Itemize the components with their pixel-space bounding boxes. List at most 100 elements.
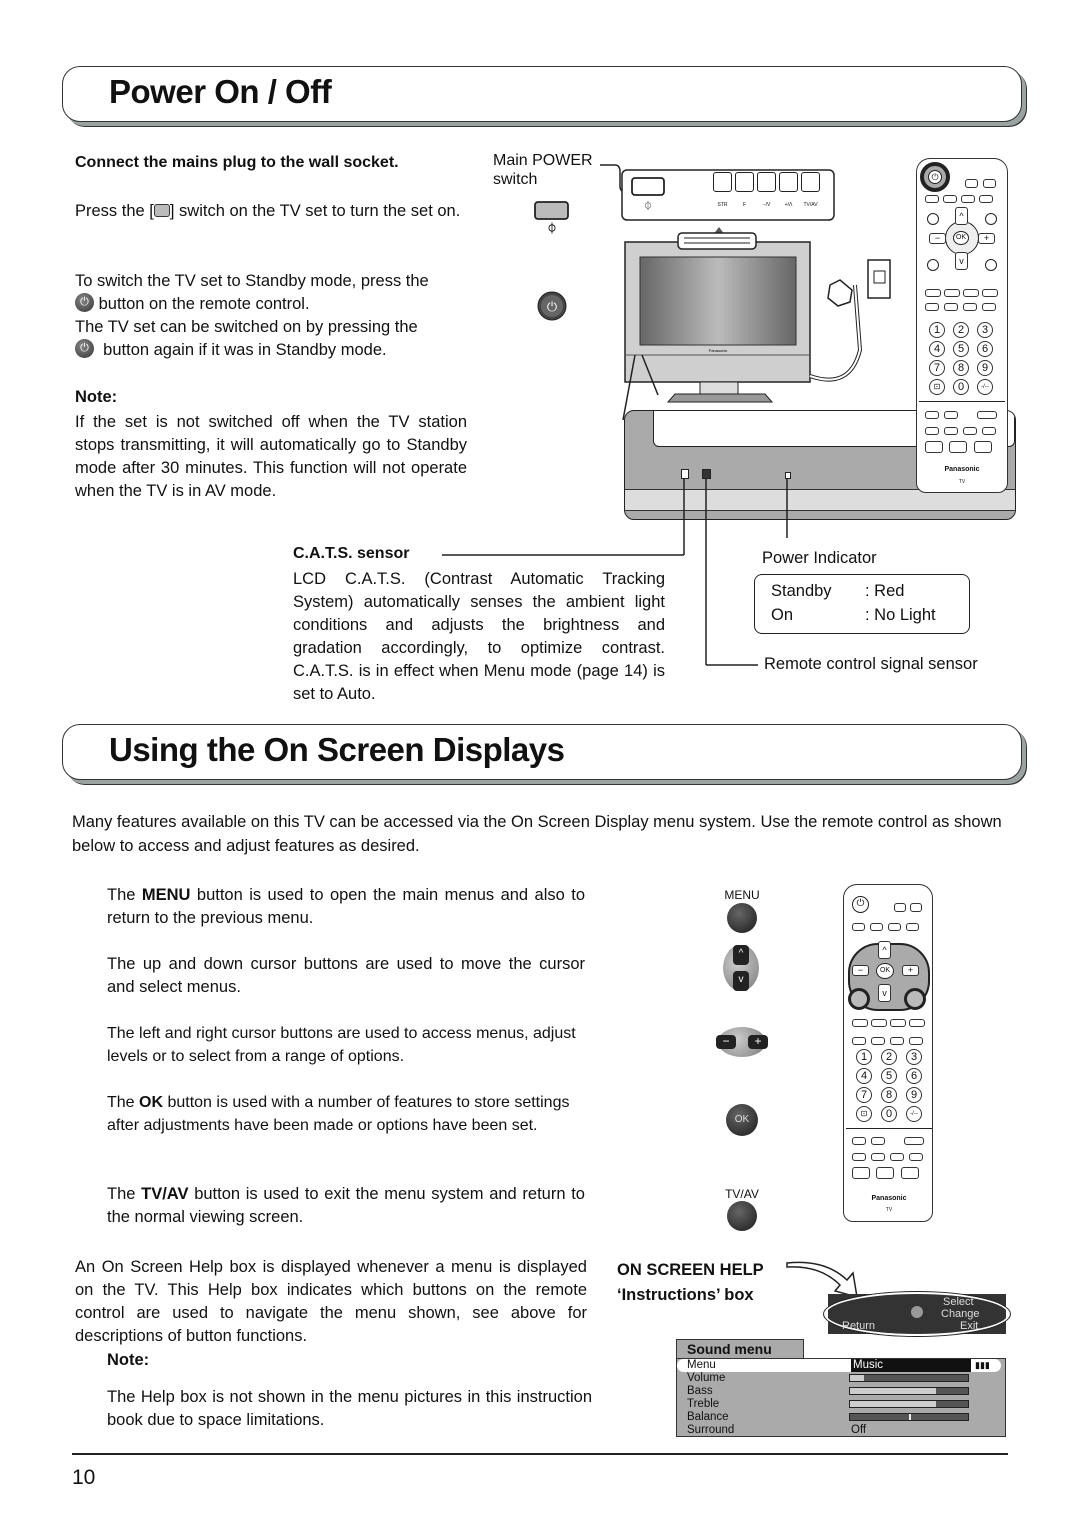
level-bar[interactable] <box>849 1373 969 1382</box>
remote-num-key: 0 <box>953 379 969 395</box>
menu-button-icon <box>727 903 757 933</box>
remote-brand: Panasonic <box>871 1195 907 1202</box>
press-switch-text: Press the [] switch on the TV set to tur… <box>75 200 470 223</box>
power-indicator-label: Power Indicator <box>762 549 877 567</box>
level-bar[interactable] <box>849 1399 969 1408</box>
remote-num-key: ⊡ <box>856 1106 872 1122</box>
standby-line1: To switch the TV set to Standby mode, pr… <box>75 272 429 290</box>
level-bar[interactable] <box>849 1412 969 1421</box>
remote-sub: TV <box>885 1207 893 1213</box>
level-bar-fill <box>850 1374 865 1381</box>
remote-num-key: 9 <box>977 360 993 376</box>
remote-control-illustration-2: ⏻ OK ^ v − + 1 2 3 4 5 6 7 8 9 ⊡ 0 -/-- … <box>843 884 933 1222</box>
remote-ok-button: OK <box>876 963 894 979</box>
sound-menu-row-label: Bass <box>687 1384 713 1397</box>
sound-menu-row[interactable]: Bass <box>677 1385 1001 1398</box>
remote-num-key: 5 <box>953 341 969 357</box>
level-bar-fill <box>850 1400 937 1407</box>
footer-rule <box>72 1453 1008 1455</box>
remote-num-key: 0 <box>881 1106 897 1122</box>
item-bold: TV/AV <box>141 1185 189 1203</box>
item-post: button is used with a number of features… <box>107 1094 570 1134</box>
remote-num-key: ⊡ <box>929 379 945 395</box>
sound-menu-row[interactable]: Surround Off <box>677 1424 1001 1437</box>
section-title: Power On / Off <box>109 73 332 110</box>
indicator-state: Standby <box>771 582 832 600</box>
section-header-osd: Using the On Screen Displays <box>62 724 1022 780</box>
note-label-2: Note: <box>107 1351 150 1369</box>
connect-heading: Connect the mains plug to the wall socke… <box>75 154 399 171</box>
osd-item-ok: The OK button is used with a number of f… <box>107 1091 585 1137</box>
panel-btn-label: F <box>742 202 747 208</box>
sound-menu-row-label: Volume <box>687 1371 726 1384</box>
tvav-btn-label: TV/AV <box>725 1187 759 1201</box>
standby-text: To switch the TV set to Standby mode, pr… <box>75 270 475 362</box>
cats-heading: C.A.T.S. sensor <box>293 545 410 562</box>
remote-num-key: 1 <box>929 322 945 338</box>
indicator-value: : Red <box>865 582 905 600</box>
section-header-power: Power On / Off <box>62 66 1022 122</box>
sound-menu-tab: Sound menu <box>676 1339 804 1359</box>
standby-line2: button on the remote control. <box>98 295 310 313</box>
sound-menu-row[interactable]: Treble <box>677 1398 1001 1411</box>
switchon-line1: The TV set can be switched on by pressin… <box>75 318 418 336</box>
remote-brand: Panasonic <box>944 466 980 473</box>
svg-text:⏀: ⏀ <box>547 222 557 235</box>
help-select: Select <box>943 1296 974 1308</box>
osd-item-tvav: The TV/AV button is used to exit the men… <box>107 1183 585 1229</box>
tv-illustration: ⏀ ⏀ ⏻ Panasonic <box>534 164 891 420</box>
menu-btn-label: MENU <box>724 888 760 902</box>
sound-menu-row[interactable]: Menu ▮▮▮ Music <box>677 1359 1001 1372</box>
sound-menu-row[interactable]: Volume <box>677 1372 1001 1385</box>
remote-sensor-label: Remote control signal sensor <box>764 655 978 673</box>
sound-menu-row-label: Menu <box>687 1359 716 1371</box>
cats-text: LCD C.A.T.S. (Contrast Automatic Trackin… <box>293 570 665 703</box>
remote-num-key: 8 <box>881 1087 897 1103</box>
section-title: Using the On Screen Displays <box>109 731 565 768</box>
sound-menu-row-label: Treble <box>687 1397 720 1410</box>
leftright-button-icon: − + <box>716 1027 768 1057</box>
main-switch-icon <box>153 204 170 217</box>
svg-text:Panasonic: Panasonic <box>709 348 728 353</box>
level-bar[interactable] <box>849 1386 969 1395</box>
switchon-line2: button again if it was in Standby mode. <box>103 341 387 359</box>
sound-menu-row-label: Balance <box>687 1410 729 1423</box>
item-post: The left and right cursor buttons are us… <box>107 1025 576 1065</box>
help-box: Select Change Return Exit <box>823 1291 1011 1337</box>
item-pre: The <box>107 886 142 904</box>
sound-menu-row-label: Surround <box>687 1423 735 1436</box>
remote-num-key: 3 <box>906 1049 922 1065</box>
remote-sub: TV <box>958 479 966 485</box>
sound-menu-row[interactable]: Balance <box>677 1411 1001 1424</box>
item-post: The up and down cursor buttons are used … <box>107 955 585 996</box>
panel-btn-label: −/V <box>762 202 771 208</box>
tvav-button-icon <box>727 1201 757 1231</box>
indicator-value: : No Light <box>865 606 936 624</box>
sound-menu-row-value: Off <box>851 1423 867 1436</box>
remote-num-key: 6 <box>906 1068 922 1084</box>
power-icon <box>75 339 94 358</box>
cursor-pad-icon <box>911 1306 923 1318</box>
remote-num-key: 4 <box>856 1068 872 1084</box>
balance-marker <box>909 1413 911 1420</box>
osd-intro: Many features available on this TV can b… <box>72 813 1002 855</box>
osh-title-line2: ‘Instructions’ box <box>617 1286 754 1304</box>
item-bold: OK <box>139 1094 164 1111</box>
page-number: 10 <box>72 1466 96 1489</box>
remote-num-key: 5 <box>881 1068 897 1084</box>
item-pre: The <box>107 1094 140 1111</box>
remote-num-key: 8 <box>953 360 969 376</box>
sound-menu-row-value: Music <box>851 1359 971 1372</box>
remote-num-key: -/-- <box>977 379 993 395</box>
remote-num-key: 4 <box>929 341 945 357</box>
remote-num-key: 9 <box>906 1087 922 1103</box>
sound-menu-title: Sound menu <box>687 1341 772 1357</box>
power-icon <box>75 293 94 312</box>
osh-title-line1: ON SCREEN HELP <box>617 1261 764 1279</box>
note-label: Note: <box>75 388 118 406</box>
remote-num-key: 7 <box>856 1087 872 1103</box>
remote-num-key: -/-- <box>906 1106 922 1122</box>
bar-icon: ▮▮▮ <box>975 1360 990 1370</box>
ok-button-icon: OK <box>726 1104 758 1136</box>
tv-screen <box>639 256 797 346</box>
